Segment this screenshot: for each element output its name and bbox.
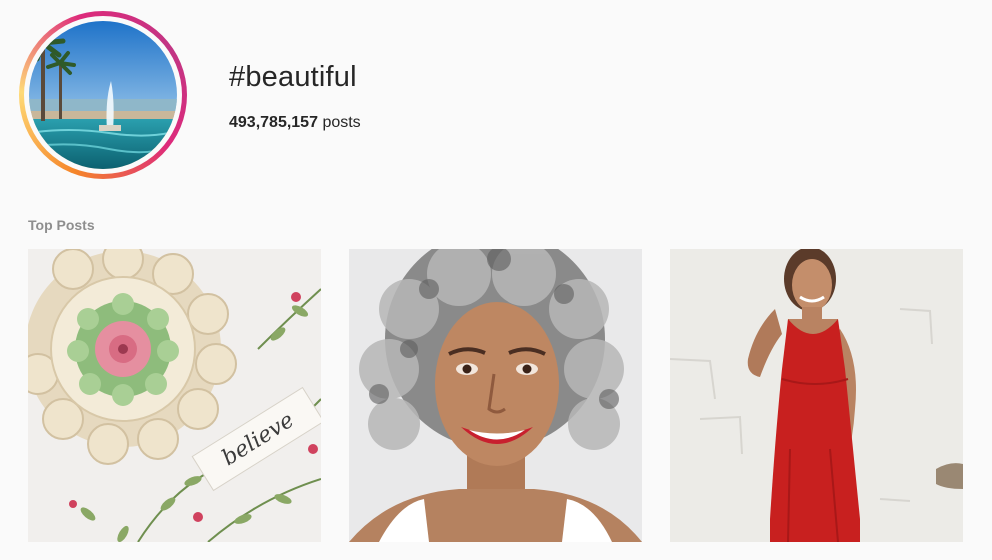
post-count-number: 493,785,157 [229,114,318,131]
story-ring-gap [24,16,182,174]
top-post-2[interactable] [349,249,642,542]
top-posts-heading: Top Posts [28,217,95,233]
top-posts-grid: believe [28,249,964,542]
hashtag-avatar-image [29,21,177,169]
top-post-1[interactable]: believe [28,249,321,542]
post-image-red-dress [670,249,963,542]
hashtag-header: #beautiful 493,785,157 posts [0,0,992,200]
hashtag-avatar[interactable] [29,21,177,169]
post-count-suffix: posts [322,114,361,131]
post-image-crochet: believe [28,249,321,542]
post-count: 493,785,157 posts [229,113,361,133]
top-post-3[interactable] [670,249,963,542]
post-image-portrait [349,249,642,542]
hashtag-title: #beautiful [229,61,357,93]
story-ring[interactable] [19,11,187,179]
